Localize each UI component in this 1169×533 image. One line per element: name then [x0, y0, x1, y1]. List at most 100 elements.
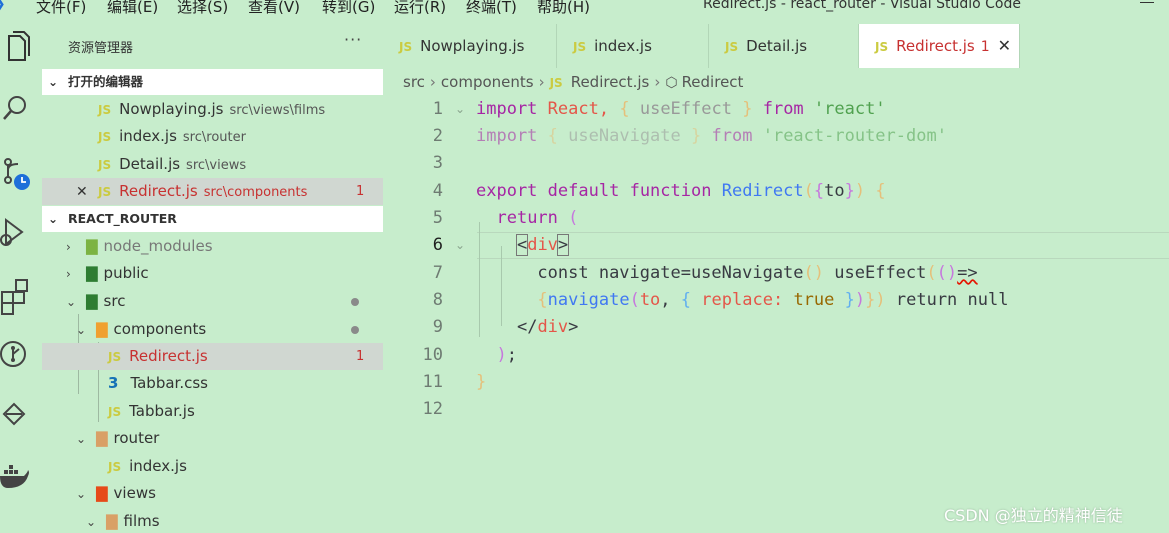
search-icon[interactable] — [0, 86, 42, 134]
tree-folder-router[interactable]: ⌄ ▇ router — [42, 425, 383, 452]
tab-index[interactable]: JS index.js — [557, 24, 709, 68]
code-line-6: <div> — [515, 234, 570, 256]
explorer-icon[interactable] — [0, 26, 42, 74]
vscode-logo-icon[interactable]: ❯ — [0, 0, 6, 12]
code-line-4: export default function Redirect({to}) { — [476, 181, 886, 201]
node-folder-icon: ▇ — [86, 237, 98, 255]
views-folder-icon: ▇ — [96, 484, 108, 502]
line-number: 1 — [432, 99, 443, 119]
menu-run[interactable]: 运行(R) — [394, 0, 446, 16]
js-file-icon: JS — [98, 158, 112, 172]
tree-folder-src[interactable]: ⌄ ▇ src — [42, 288, 383, 315]
tree-folder-components[interactable]: ⌄ ▇ components — [42, 316, 383, 343]
tree-folder-node_modules[interactable]: › ▇ node_modules — [42, 233, 383, 260]
problem-count-badge: 1 — [356, 349, 365, 364]
tab-redirect[interactable]: JS Redirect.js 1 ✕ — [859, 24, 1020, 68]
tree-folder-films[interactable]: ⌄ ▇ films — [42, 508, 383, 533]
problem-count-badge: 1 — [980, 39, 990, 55]
tree-folder-views[interactable]: ⌄ ▇ views — [42, 480, 383, 507]
folder-icon: ▇ — [96, 429, 108, 447]
folder-icon: ▇ — [106, 512, 118, 530]
menu-file[interactable]: 文件(F) — [36, 0, 86, 16]
js-file-icon: JS — [98, 103, 112, 117]
breadcrumb-components[interactable]: components — [441, 73, 534, 91]
js-file-icon: JS — [108, 350, 122, 364]
code-line-1: import React, { useEffect } from 'react' — [476, 99, 886, 119]
line-number: 4 — [432, 181, 443, 201]
title-bar: ❯ 文件(F) 编辑(E) 选择(S) 查看(V) 转到(G) 运行(R) 终端… — [0, 0, 1169, 16]
line-number: 2 — [432, 126, 443, 146]
tab-nowplaying[interactable]: JS Nowplaying.js — [383, 24, 557, 68]
extensions-icon[interactable] — [0, 272, 42, 320]
line-number: 10 — [422, 345, 443, 365]
chevron-right-icon: › — [66, 267, 71, 281]
js-file-icon: JS — [98, 185, 112, 199]
line-number: 11 — [422, 372, 443, 392]
menu-go[interactable]: 转到(G) — [322, 0, 375, 16]
explorer-sidebar: 资源管理器 ··· ⌄ 打开的编辑器 JS Nowplaying.js src\vi… — [42, 16, 383, 533]
run-debug-icon[interactable] — [0, 210, 42, 258]
project-header[interactable]: ⌄ REACT_ROUTER — [42, 206, 383, 232]
code-editor[interactable]: 1 2 3 4 5 6 7 8 9 10 11 12 ⌄ ⌄ import Re… — [383, 96, 1169, 533]
css-file-icon: 3 — [108, 374, 119, 392]
close-icon[interactable]: ✕ — [998, 36, 1011, 55]
open-editor-item[interactable]: JS index.js src\router — [42, 123, 383, 150]
components-folder-icon: ▇ — [96, 320, 108, 338]
menu-help[interactable]: 帮助(H) — [537, 0, 590, 16]
line-number: 3 — [432, 153, 443, 173]
code-line-5: return ( — [496, 208, 579, 228]
js-file-icon: JS — [875, 40, 889, 54]
modified-dot — [351, 298, 359, 306]
menu-view[interactable]: 查看(V) — [248, 0, 300, 16]
chevron-down-icon: ⌄ — [48, 75, 59, 89]
tree-file-redirect[interactable]: JS Redirect.js 1 — [42, 343, 383, 370]
tab-detail[interactable]: JS Detail.js — [709, 24, 859, 68]
open-editor-item[interactable]: JS Detail.js src\views — [42, 151, 383, 178]
activity-bar — [0, 16, 42, 533]
chevron-right-icon: › — [429, 73, 436, 91]
fold-chevron-icon[interactable]: ⌄ — [455, 232, 465, 259]
window-title: Redirect.js - react_router - Visual Stud… — [703, 0, 1021, 12]
public-folder-icon: ▇ — [86, 264, 98, 282]
code-line-10: ); — [496, 345, 517, 365]
open-editor-item-active[interactable]: ✕ JS Redirect.js src\components 1 — [42, 178, 383, 205]
symbol-icon: ⬡ — [665, 75, 678, 91]
tree-file-tabbar-css[interactable]: 3 Tabbar.css — [42, 370, 383, 397]
tree-folder-public[interactable]: › ▇ public — [42, 260, 383, 287]
chevron-right-icon: › — [654, 73, 661, 91]
more-actions-icon[interactable]: ··· — [344, 30, 362, 49]
chevron-down-icon: ⌄ — [76, 432, 87, 446]
js-file-icon: JS — [98, 130, 112, 144]
breadcrumb-file[interactable]: Redirect.js — [571, 73, 650, 91]
js-file-icon: JS — [108, 405, 122, 419]
chevron-right-icon: › — [538, 73, 545, 91]
js-file-icon: JS — [573, 40, 587, 54]
chevron-right-icon: › — [66, 240, 71, 254]
menu-selection[interactable]: 选择(S) — [177, 0, 228, 16]
chevron-down-icon: ⌄ — [86, 515, 97, 529]
modified-dot — [351, 326, 359, 334]
breadcrumb-symbol[interactable]: Redirect — [682, 73, 744, 91]
open-editor-item[interactable]: JS Nowplaying.js src\views\films — [42, 96, 383, 123]
problem-count-badge: 1 — [356, 184, 365, 199]
line-number: 7 — [432, 263, 443, 283]
menu-terminal[interactable]: 终端(T) — [466, 0, 517, 16]
tree-file-index[interactable]: JS index.js — [42, 453, 383, 480]
code-line-7: const navigate=useNavigate() useEffect((… — [537, 263, 978, 283]
menu-edit[interactable]: 编辑(E) — [107, 0, 158, 16]
git-graph-icon[interactable] — [0, 332, 42, 380]
source-control-icon[interactable] — [0, 148, 42, 196]
remote-icon[interactable] — [0, 392, 42, 440]
open-editors-header[interactable]: ⌄ 打开的编辑器 — [42, 69, 383, 95]
minimize-button[interactable] — [1140, 2, 1154, 3]
fold-chevron-icon[interactable]: ⌄ — [455, 96, 465, 123]
chevron-down-icon: ⌄ — [66, 295, 77, 309]
close-icon[interactable]: ✕ — [76, 179, 90, 206]
docker-icon[interactable] — [0, 456, 42, 504]
code-line-11: } — [476, 372, 487, 392]
line-number: 6 — [432, 235, 443, 255]
line-number: 8 — [432, 290, 443, 310]
code-line-8: {navigate(to, { replace: true })}) retur… — [537, 290, 1009, 310]
tree-file-tabbar-js[interactable]: JS Tabbar.js — [42, 398, 383, 425]
breadcrumb-src[interactable]: src — [403, 73, 425, 91]
